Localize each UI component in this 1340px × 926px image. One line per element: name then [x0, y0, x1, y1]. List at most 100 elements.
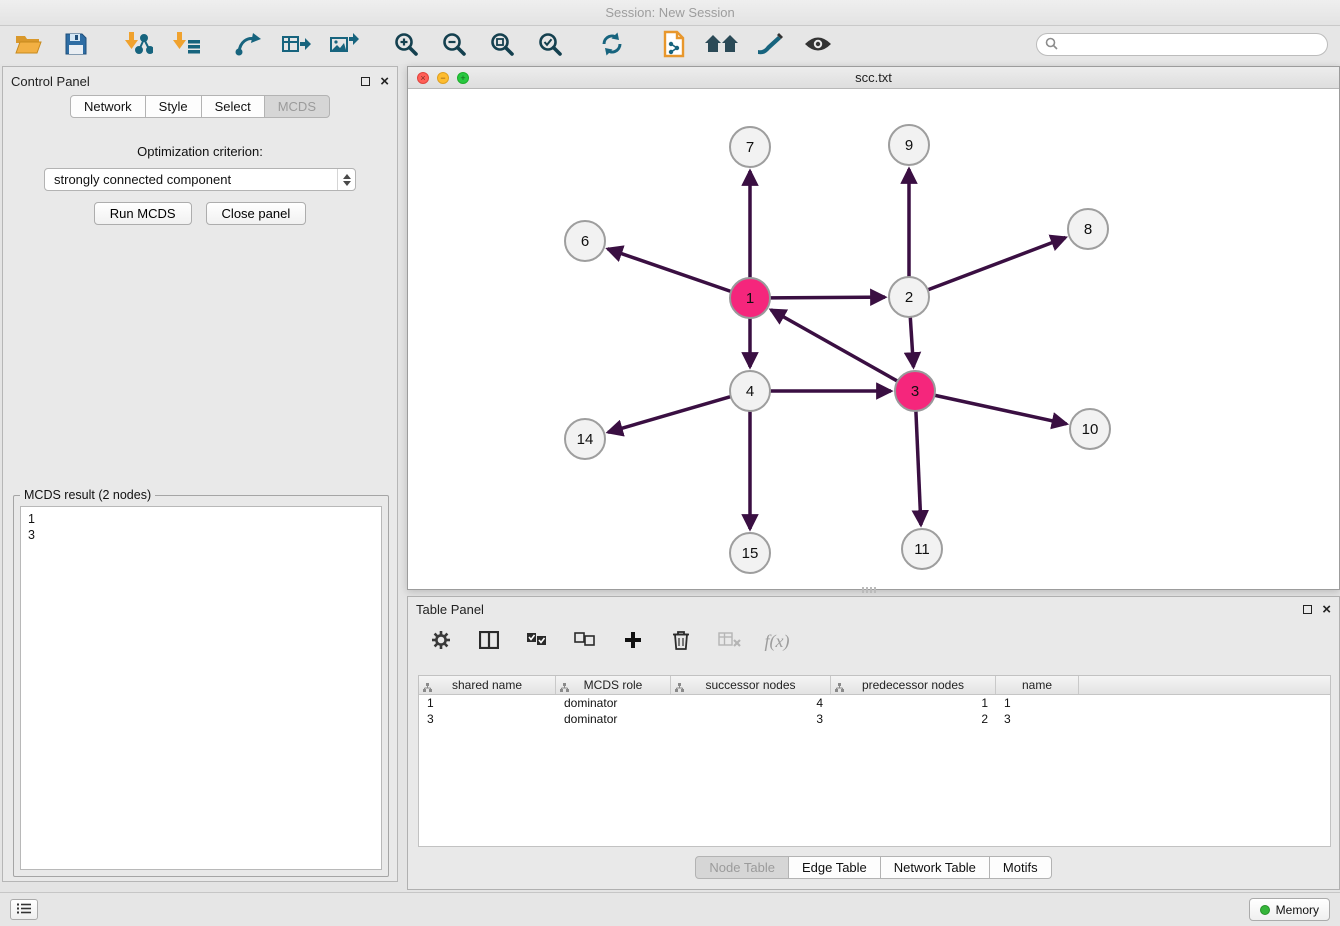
cell-successor-nodes[interactable]: 4 — [671, 696, 831, 710]
global-search-field[interactable] — [1036, 33, 1328, 56]
memory-button[interactable]: Memory — [1249, 898, 1330, 921]
home-button[interactable] — [706, 29, 738, 61]
refresh-icon — [599, 31, 625, 60]
dropdown-stepper-icon — [337, 169, 355, 190]
mcds-result-list[interactable]: 1 3 — [20, 506, 382, 870]
tab-network[interactable]: Network — [70, 95, 146, 118]
mcds-result-item: 3 — [28, 527, 374, 543]
graph-node-8[interactable] — [1068, 209, 1108, 249]
criterion-dropdown[interactable]: strongly connected component — [44, 168, 356, 191]
graph-node-2[interactable] — [889, 277, 929, 317]
cell-predecessor-nodes[interactable]: 2 — [831, 712, 996, 726]
column-header-predecessor-nodes[interactable]: predecessor nodes — [831, 676, 996, 694]
deselect-all-rows-button[interactable] — [572, 628, 598, 654]
tab-node-table[interactable]: Node Table — [695, 856, 789, 879]
zoom-out-button[interactable] — [438, 29, 470, 61]
graph-node-10[interactable] — [1070, 409, 1110, 449]
close-panel-button[interactable]: Close panel — [206, 202, 307, 225]
graph-node-7[interactable] — [730, 127, 770, 167]
close-table-panel-icon[interactable]: × — [1322, 602, 1331, 617]
graph-edge-2-8[interactable] — [928, 238, 1066, 290]
show-graphics-button[interactable] — [802, 29, 834, 61]
float-table-panel-icon[interactable] — [1303, 605, 1312, 614]
graph-edge-3-1[interactable] — [771, 310, 898, 381]
export-table-button[interactable] — [280, 29, 312, 61]
zoom-selected-button[interactable] — [534, 29, 566, 61]
graph-node-15[interactable] — [730, 533, 770, 573]
column-header-name[interactable]: name — [996, 676, 1079, 694]
graph-node-3[interactable] — [895, 371, 935, 411]
table-row[interactable]: 3 dominator 3 2 3 — [419, 711, 1330, 727]
close-window-icon[interactable]: × — [417, 72, 429, 84]
table-settings-button[interactable] — [428, 628, 454, 654]
graph-node-11[interactable] — [902, 529, 942, 569]
network-window-titlebar[interactable]: × − + scc.txt — [408, 67, 1339, 89]
column-header-shared-name[interactable]: shared name — [419, 676, 556, 694]
graph-node-4[interactable] — [730, 371, 770, 411]
run-mcds-button[interactable]: Run MCDS — [94, 202, 192, 225]
tab-motifs[interactable]: Motifs — [989, 856, 1052, 879]
graph-edge-4-14[interactable] — [608, 397, 731, 433]
export-network-button[interactable] — [232, 29, 264, 61]
cell-shared-name[interactable]: 1 — [419, 696, 556, 710]
cell-predecessor-nodes[interactable]: 1 — [831, 696, 996, 710]
import-table-button[interactable] — [170, 29, 202, 61]
table-row[interactable]: 1 dominator 4 1 1 — [419, 695, 1330, 711]
column-header-successor-nodes[interactable]: successor nodes — [671, 676, 831, 694]
network-canvas[interactable]: 7968124314101511 — [408, 89, 1339, 589]
graph-node-6[interactable] — [565, 221, 605, 261]
table-panel-tabs: Node Table Edge Table Network Table Moti… — [695, 856, 1051, 879]
column-visibility-button[interactable] — [476, 628, 502, 654]
tab-style[interactable]: Style — [145, 95, 202, 118]
paint-style-button[interactable] — [754, 29, 786, 61]
column-type-icon — [560, 681, 569, 695]
import-network-button[interactable] — [122, 29, 154, 61]
tab-mcds[interactable]: MCDS — [264, 95, 330, 118]
minimize-window-icon[interactable]: − — [437, 72, 449, 84]
table-panel-header: Table Panel × — [408, 597, 1339, 621]
column-header-mcds-role[interactable]: MCDS role — [556, 676, 671, 694]
global-search-input[interactable] — [1063, 38, 1319, 52]
network-window-title: scc.txt — [855, 70, 892, 85]
zoom-in-button[interactable] — [390, 29, 422, 61]
cell-successor-nodes[interactable]: 3 — [671, 712, 831, 726]
window-titlebar: Session: New Session — [0, 0, 1340, 26]
export-tool-group — [232, 29, 360, 61]
splitter-handle[interactable] — [862, 587, 878, 593]
cell-mcds-role[interactable]: dominator — [556, 712, 671, 726]
graph-node-9[interactable] — [889, 125, 929, 165]
graph-edge-1-6[interactable] — [608, 249, 731, 292]
maximize-window-icon[interactable]: + — [457, 72, 469, 84]
plus-icon — [624, 631, 642, 652]
folder-icon — [14, 32, 42, 59]
delete-table-button[interactable] — [716, 628, 742, 654]
export-image-button[interactable] — [328, 29, 360, 61]
tab-select[interactable]: Select — [201, 95, 265, 118]
close-panel-icon[interactable]: × — [380, 74, 389, 89]
graph-node-14[interactable] — [565, 419, 605, 459]
cell-name[interactable]: 3 — [996, 712, 1079, 726]
save-session-button[interactable] — [60, 29, 92, 61]
refresh-layout-button[interactable] — [596, 29, 628, 61]
graph-node-1[interactable] — [730, 278, 770, 318]
open-session-button[interactable] — [12, 29, 44, 61]
network-graph-svg[interactable]: 7968124314101511 — [408, 89, 1339, 589]
network-document-button[interactable] — [658, 29, 690, 61]
tab-edge-table[interactable]: Edge Table — [788, 856, 881, 879]
graph-edge-3-10[interactable] — [935, 395, 1067, 424]
graph-edge-2-3[interactable] — [910, 317, 913, 367]
cell-mcds-role[interactable]: dominator — [556, 696, 671, 710]
task-history-button[interactable] — [10, 899, 38, 920]
cell-name[interactable]: 1 — [996, 696, 1079, 710]
select-all-rows-button[interactable] — [524, 628, 550, 654]
delete-column-button[interactable] — [668, 628, 694, 654]
trash-icon — [672, 629, 690, 653]
graph-edge-3-11[interactable] — [916, 411, 921, 525]
tab-network-table[interactable]: Network Table — [880, 856, 990, 879]
function-builder-button[interactable]: f(x) — [764, 628, 790, 654]
graph-edge-1-2[interactable] — [770, 297, 885, 298]
cell-shared-name[interactable]: 3 — [419, 712, 556, 726]
zoom-fit-button[interactable] — [486, 29, 518, 61]
float-panel-icon[interactable] — [361, 77, 370, 86]
add-column-button[interactable] — [620, 628, 646, 654]
